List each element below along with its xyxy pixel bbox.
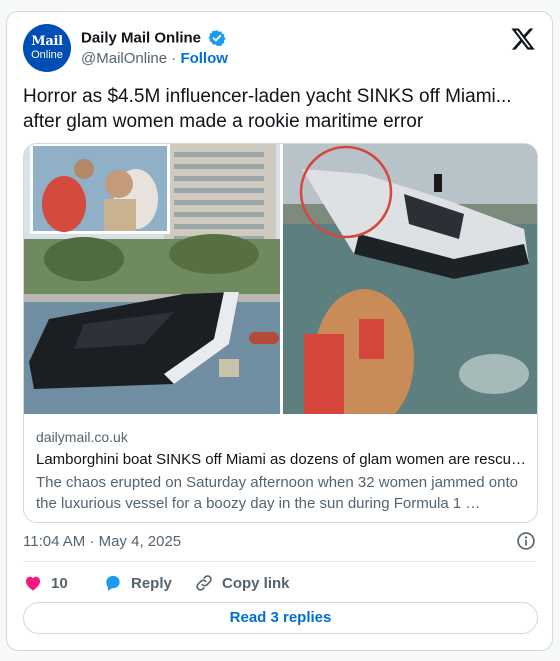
- avatar[interactable]: Mail Online: [23, 24, 71, 72]
- tweet-text: Horror as $4.5M influencer-laden yacht S…: [23, 86, 512, 132]
- read-replies-button[interactable]: Read 3 replies: [23, 602, 538, 634]
- reply-bubble-icon: [106, 575, 120, 591]
- link-description: The chaos erupted on Saturday afternoon …: [36, 474, 518, 512]
- display-name[interactable]: Daily Mail Online: [81, 30, 201, 47]
- follow-button[interactable]: Follow: [180, 50, 228, 67]
- copy-link-button[interactable]: Copy link: [194, 570, 290, 596]
- tweet-timestamp[interactable]: 11:04 AM · May 4, 2025: [23, 533, 181, 550]
- handle[interactable]: @MailOnline: [81, 50, 167, 67]
- like-button[interactable]: 10: [23, 570, 68, 596]
- tweet-embed-card: Mail Online Daily Mail Online @MailOnlin…: [6, 11, 553, 651]
- avatar-line2: Online: [31, 49, 63, 61]
- like-count: 10: [51, 574, 68, 592]
- verified-badge-icon: [208, 30, 227, 47]
- reply-label: Reply: [131, 574, 172, 592]
- handle-row: @MailOnline · Follow: [81, 50, 228, 67]
- link-title[interactable]: Lamborghini boat SINKS off Miami as doze…: [36, 451, 528, 468]
- avatar-line1: Mail: [31, 34, 63, 49]
- name-row: Daily Mail Online: [81, 29, 227, 49]
- tweet-header: Mail Online Daily Mail Online @MailOnlin…: [23, 24, 536, 74]
- link-icon: [196, 575, 212, 591]
- info-icon[interactable]: [516, 531, 536, 551]
- x-logo-icon[interactable]: [510, 26, 536, 52]
- heart-icon: [25, 576, 41, 591]
- link-preview-image[interactable]: [24, 144, 538, 414]
- separator: ·: [171, 50, 177, 67]
- reply-button[interactable]: Reply: [103, 570, 172, 596]
- divider: [23, 561, 536, 562]
- copy-link-label: Copy link: [222, 574, 290, 592]
- link-preview-card[interactable]: dailymail.co.uk Lamborghini boat SINKS o…: [23, 143, 538, 523]
- link-domain[interactable]: dailymail.co.uk: [36, 429, 128, 445]
